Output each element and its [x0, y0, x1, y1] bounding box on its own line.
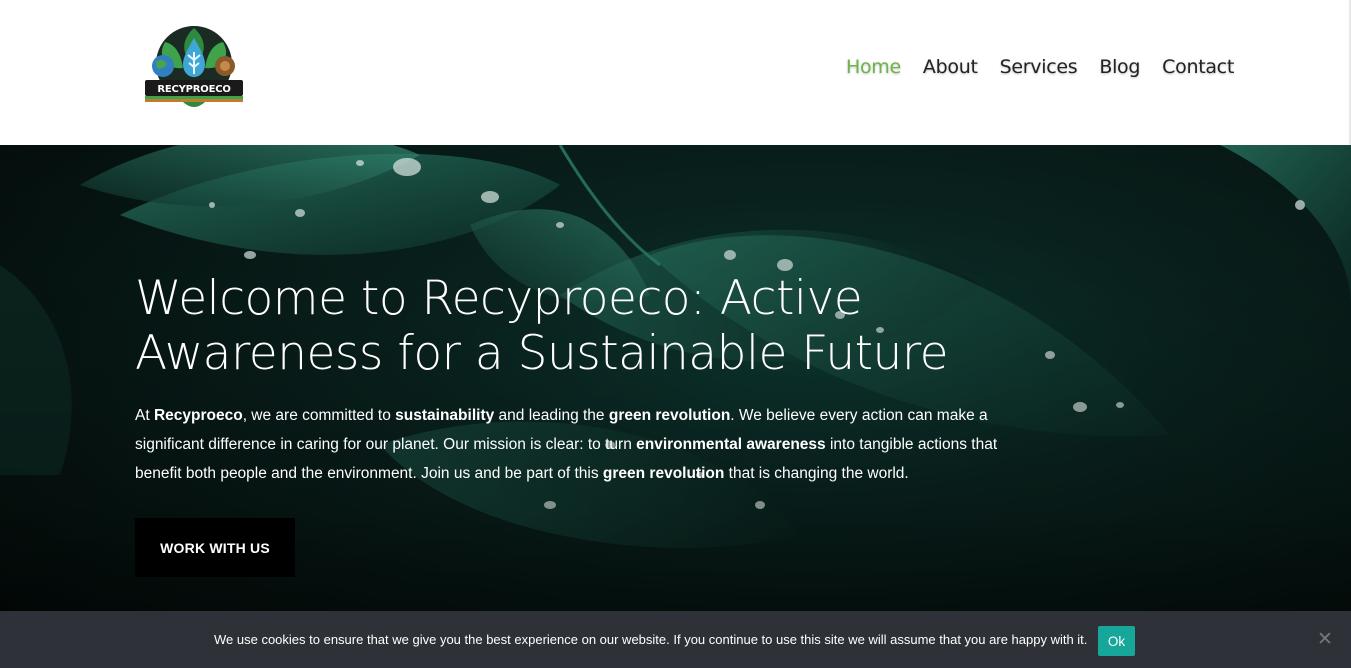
- hero-text-segment: that is changing the world.: [724, 465, 909, 482]
- nav-item-services[interactable]: Services: [1000, 56, 1078, 78]
- nav-item-about[interactable]: About: [923, 56, 978, 78]
- site-header: RECYPROECO Home About Services Blog Cont…: [0, 0, 1351, 145]
- hero-text-bold: green revolution: [608, 407, 731, 424]
- hero-text-bold: environmental awareness: [636, 436, 826, 453]
- nav-item-blog[interactable]: Blog: [1099, 56, 1140, 78]
- hero-text-segment: and leading the: [494, 407, 609, 424]
- work-with-us-button[interactable]: WORK WITH US: [135, 518, 295, 577]
- main-nav: Home About Services Blog Contact: [846, 56, 1234, 78]
- logo-wordmark: RECYPROECO: [157, 84, 230, 95]
- cookie-message: We use cookies to ensure that we give yo…: [214, 632, 1088, 647]
- recyproeco-logo[interactable]: RECYPROECO: [143, 22, 245, 112]
- cookie-ok-button[interactable]: Ok: [1098, 626, 1135, 656]
- hero-description: At Recyproeco, we are committed to susta…: [135, 401, 1035, 488]
- close-icon[interactable]: ✕: [1316, 630, 1334, 649]
- hero-section: Welcome to Recyproeco: Active Awareness …: [0, 145, 1351, 668]
- cookie-notice-bar: We use cookies to ensure that we give yo…: [0, 611, 1351, 668]
- hero-title-line-1: Welcome to Recyproeco: Active: [135, 271, 863, 326]
- hero-text-segment: At: [135, 407, 154, 424]
- hero-text-bold: Recyproeco: [153, 407, 243, 424]
- hero-text-bold: green revolution: [602, 465, 725, 482]
- nav-item-home[interactable]: Home: [846, 56, 901, 78]
- hero-text-bold: sustainability: [395, 407, 495, 424]
- hero-title: Welcome to Recyproeco: Active Awareness …: [135, 271, 1035, 381]
- hero-text-segment: , we are committed to: [242, 407, 396, 424]
- hero-title-line-2: Awareness for a Sustainable Future: [135, 326, 949, 381]
- nav-item-contact[interactable]: Contact: [1162, 56, 1234, 78]
